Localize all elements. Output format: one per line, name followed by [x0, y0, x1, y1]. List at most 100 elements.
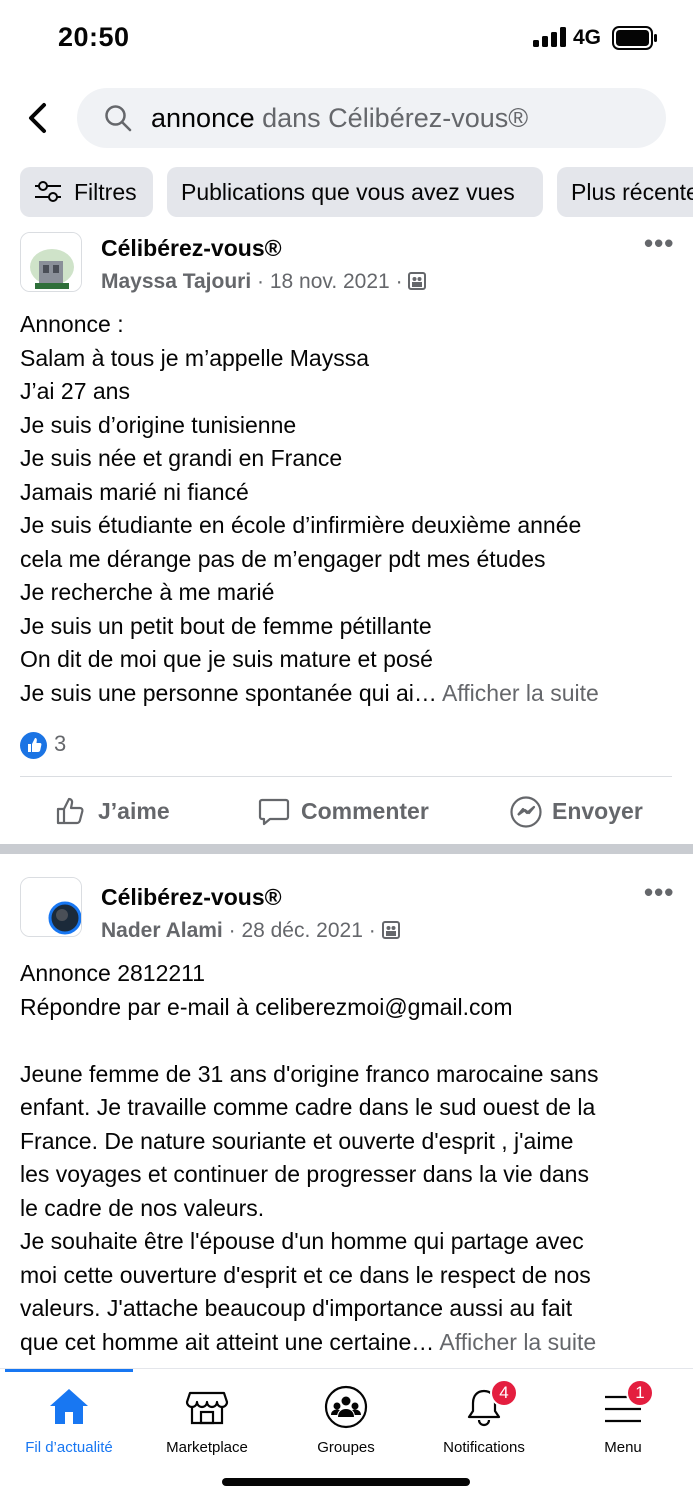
- sliders-icon: [35, 181, 61, 202]
- group-privacy-icon: [408, 272, 427, 290]
- tab-menu[interactable]: 1 Menu: [554, 1369, 692, 1469]
- post-text-line: Je recherche à me marié: [20, 576, 680, 610]
- post-text: moi cette ouverture d'esprit et ce dans …: [20, 1261, 591, 1288]
- home-icon: [50, 1389, 88, 1424]
- recent-posts-label: Plus récentes: [571, 179, 693, 205]
- tab-groups[interactable]: Groupes: [277, 1369, 415, 1469]
- post-text: les voyages et continuer de progresser d…: [20, 1161, 589, 1187]
- post-text-line: France. De nature souriante et ouverte d…: [20, 1125, 680, 1159]
- author-name[interactable]: Mayssa Tajouri: [101, 270, 251, 293]
- back-arrow-icon[interactable]: [24, 98, 54, 138]
- post-date[interactable]: 18 nov. 2021: [270, 270, 390, 293]
- post-text: Annonce 2812211: [20, 960, 206, 986]
- post-text: Je recherche à me marié: [20, 579, 275, 605]
- comment-button[interactable]: Commenter: [258, 780, 448, 842]
- post-date[interactable]: 28 déc. 2021: [241, 919, 362, 942]
- post-text: Jeune femme de 31 ans d'origine franco m…: [20, 1060, 599, 1087]
- meta-dot: ·: [228, 919, 242, 942]
- post-text: Annonce :: [20, 311, 124, 337]
- post-text-line: que cet homme ait atteint une certaine… …: [20, 1326, 680, 1360]
- post-text-line: J’ai 27 ans: [20, 375, 680, 409]
- post-text-line: moi cette ouverture d'esprit et ce dans …: [20, 1259, 680, 1293]
- send-button[interactable]: Envoyer: [509, 780, 659, 842]
- post-text-line: Salam à tous je m’appelle Mayssa: [20, 342, 680, 376]
- search-bar[interactable]: annonce dans Célibérez-vous®: [77, 88, 666, 148]
- see-more-link[interactable]: Afficher la suite: [439, 1329, 596, 1355]
- network-type: 4G: [573, 26, 602, 49]
- post-text: Je suis une personne spontanée qui ai…: [20, 679, 437, 706]
- post-text: Je suis un petit bout de femme pétillant…: [20, 612, 432, 639]
- post-text: que cet homme ait atteint une certaine…: [20, 1328, 435, 1355]
- recent-posts-chip[interactable]: Plus récentes: [557, 167, 693, 217]
- tab-label: Groupes: [317, 1439, 375, 1456]
- tab-label: Menu: [604, 1439, 642, 1456]
- status-bar: 20:50 4G: [0, 0, 693, 78]
- post-text-line: On dit de moi que je suis mature et posé: [20, 643, 680, 677]
- tab-news-feed[interactable]: Fil d’actualité: [0, 1369, 138, 1469]
- post-text-line: cela me dérange pas de m’engager pdt mes…: [20, 543, 680, 577]
- tab-label: Marketplace: [166, 1439, 248, 1456]
- author-name[interactable]: Nader Alami: [101, 919, 223, 942]
- group-name[interactable]: Célibérez-vous®: [101, 235, 282, 262]
- post-separator: [0, 844, 693, 854]
- post-text-line: Je suis un petit bout de femme pétillant…: [20, 610, 680, 644]
- like-button[interactable]: J’aime: [55, 780, 185, 842]
- reaction-count: 3: [54, 731, 67, 756]
- signal-icon: [533, 27, 566, 47]
- group-name[interactable]: Célibérez-vous®: [101, 884, 282, 911]
- send-label: Envoyer: [552, 798, 643, 824]
- group-avatar[interactable]: [20, 232, 84, 294]
- post-text: J’ai 27 ans: [20, 378, 130, 404]
- status-time: 20:50: [58, 22, 130, 52]
- more-options-icon[interactable]: •••: [644, 877, 674, 908]
- thumbs-up-icon: [56, 797, 84, 825]
- post-text-line: enfant. Je travaille comme cadre dans le…: [20, 1091, 680, 1125]
- filter-chips: Filtres Publications que vous avez vues …: [20, 167, 693, 217]
- post-text: Je souhaite être l'épouse d'un homme qui…: [20, 1228, 584, 1254]
- tab-notifications[interactable]: 4 Notifications: [415, 1369, 553, 1469]
- post-body: Annonce : Salam à tous je m’appelle Mayss…: [20, 308, 680, 710]
- menu-badge: 1: [626, 1379, 654, 1407]
- groups-icon: [324, 1385, 368, 1429]
- home-indicator: [222, 1478, 470, 1486]
- notifications-badge: 4: [490, 1379, 518, 1407]
- tab-label: Fil d’actualité: [25, 1439, 113, 1456]
- post-text: Je suis d’origine tunisienne: [20, 411, 297, 438]
- search-scope: dans Célibérez-vous®: [262, 103, 529, 133]
- messenger-icon: [510, 796, 542, 828]
- group-privacy-icon: [381, 921, 400, 939]
- like-reaction-icon: [20, 732, 47, 759]
- group-logo-image: [21, 233, 81, 291]
- seen-posts-chip[interactable]: Publications que vous avez vues: [167, 167, 543, 217]
- post-text-line: Je souhaite être l'épouse d'un homme qui…: [20, 1225, 680, 1259]
- post-text-line: Jamais marié ni fiancé: [20, 476, 680, 510]
- post-text: cela me dérange pas de m’engager pdt mes…: [20, 545, 546, 572]
- group-avatar[interactable]: [20, 877, 84, 939]
- post-text-line: les voyages et continuer de progresser d…: [20, 1158, 680, 1192]
- post-text: Répondre par e-mail à celiberezmoi@gmail…: [20, 993, 513, 1020]
- post-text-line: Je suis d’origine tunisienne: [20, 409, 680, 443]
- filters-chip[interactable]: Filtres: [20, 167, 153, 217]
- more-options-icon[interactable]: •••: [644, 228, 674, 259]
- post-text-line: Je suis née et grandi en France: [20, 442, 680, 476]
- post-text-line: Annonce 2812211: [20, 957, 680, 991]
- post-text-line: [20, 1024, 680, 1058]
- post-meta: Nader Alami · 28 déc. 2021 ·: [101, 919, 400, 943]
- filters-label: Filtres: [74, 179, 137, 205]
- post-text: le cadre de nos valeurs.: [20, 1194, 265, 1221]
- marketplace-icon: [185, 1391, 229, 1425]
- post-text-line: valeurs. J'attache beaucoup d'importance…: [20, 1292, 680, 1326]
- post-text: Jamais marié ni fiancé: [20, 478, 249, 505]
- post-text-line: Je suis étudiante en école d’infirmière …: [20, 509, 680, 543]
- battery-icon: [612, 26, 657, 50]
- group-logo-image: [21, 878, 81, 936]
- post-text-line: Jeune femme de 31 ans d'origine franco m…: [20, 1058, 680, 1092]
- post-text: valeurs. J'attache beaucoup d'importance…: [20, 1295, 573, 1321]
- tab-marketplace[interactable]: Marketplace: [138, 1369, 276, 1469]
- post-actions: J’aime Commenter Envoyer: [0, 780, 693, 842]
- search-query[interactable]: annonce dans Célibérez-vous®: [151, 103, 528, 134]
- comment-label: Commenter: [301, 798, 429, 824]
- see-more-link[interactable]: Afficher la suite: [442, 680, 599, 706]
- group-logo: [20, 877, 82, 937]
- meta-dot: ·: [257, 270, 270, 293]
